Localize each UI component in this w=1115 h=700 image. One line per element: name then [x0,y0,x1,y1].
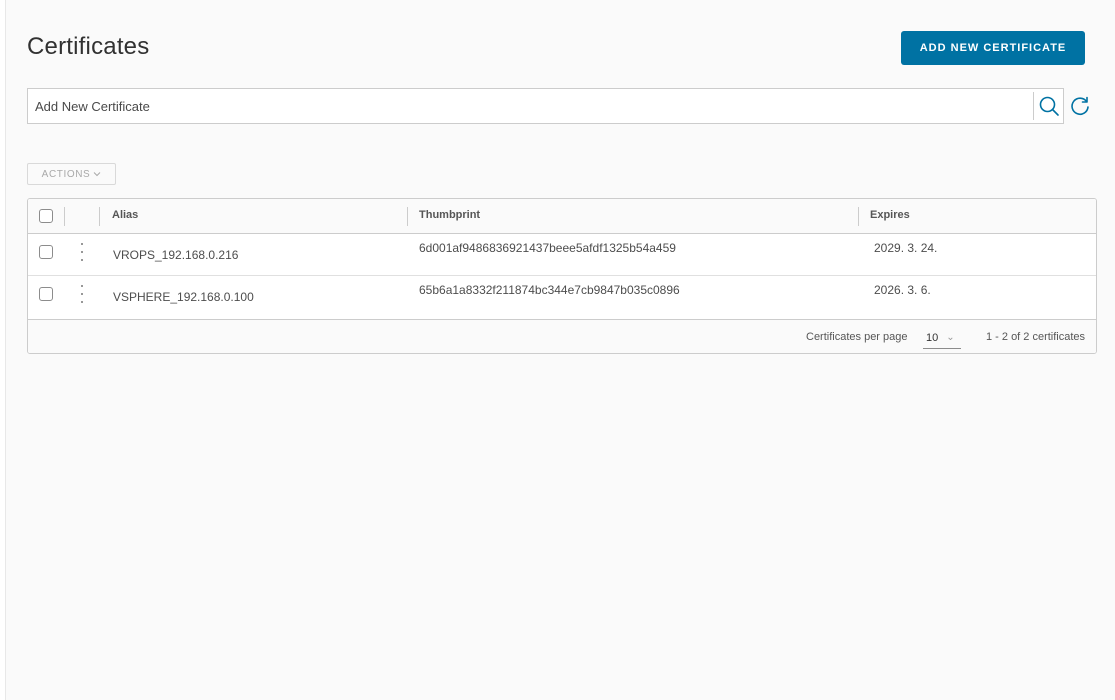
table-header: Alias Thumbprint Expires [28,199,1096,234]
certificates-page: Certificates ADD NEW CERTIFICATE ACTIONS… [0,0,1115,700]
column-header-alias[interactable]: Alias [112,209,138,221]
table-row: VROPS_192.168.0.216 6d001af9486836921437… [28,234,1096,276]
column-divider [99,207,100,226]
per-page-select[interactable]: 10 ⌄ [923,327,961,349]
page-edge-divider [5,0,6,700]
column-header-thumbprint[interactable]: Thumbprint [419,209,480,221]
per-page-value: 10 [926,331,939,344]
chevron-down-icon [93,172,101,177]
cell-expires: 2029. 3. 24. [874,241,938,255]
cell-alias: VSPHERE_192.168.0.100 [113,290,254,304]
column-divider [858,207,859,226]
actions-dropdown-button[interactable]: ACTIONS [27,163,116,185]
actions-label: ACTIONS [41,168,91,180]
row-checkbox[interactable] [39,245,53,259]
row-actions-kebab-icon[interactable] [77,285,87,303]
refresh-icon[interactable] [1068,94,1092,118]
column-divider [64,207,65,226]
cell-thumbprint: 65b6a1a8332f211874bc344e7cb9847b035c0896 [419,283,680,297]
search-bar [27,88,1064,124]
row-checkbox[interactable] [39,287,53,301]
row-actions-kebab-icon[interactable] [77,243,87,261]
select-all-checkbox[interactable] [39,209,53,223]
chevron-down-icon: ⌄ [946,332,955,343]
add-new-certificate-button[interactable]: ADD NEW CERTIFICATE [901,31,1085,65]
table-row: VSPHERE_192.168.0.100 65b6a1a8332f211874… [28,276,1096,319]
column-header-expires[interactable]: Expires [870,209,910,221]
cell-alias: VROPS_192.168.0.216 [113,248,239,262]
per-page-label: Certificates per page [806,331,908,343]
search-input[interactable] [28,89,1033,123]
cell-expires: 2026. 3. 6. [874,283,931,297]
cell-thumbprint: 6d001af9486836921437beee5afdf1325b54a459 [419,241,676,255]
column-divider [407,207,408,226]
pagination-range: 1 - 2 of 2 certificates [986,331,1086,343]
table-footer: Certificates per page 10 ⌄ 1 - 2 of 2 ce… [28,319,1096,353]
search-icon[interactable] [1033,92,1063,120]
certificates-table: Alias Thumbprint Expires VROPS_192.168.0… [27,198,1097,354]
page-title: Certificates [27,33,150,60]
